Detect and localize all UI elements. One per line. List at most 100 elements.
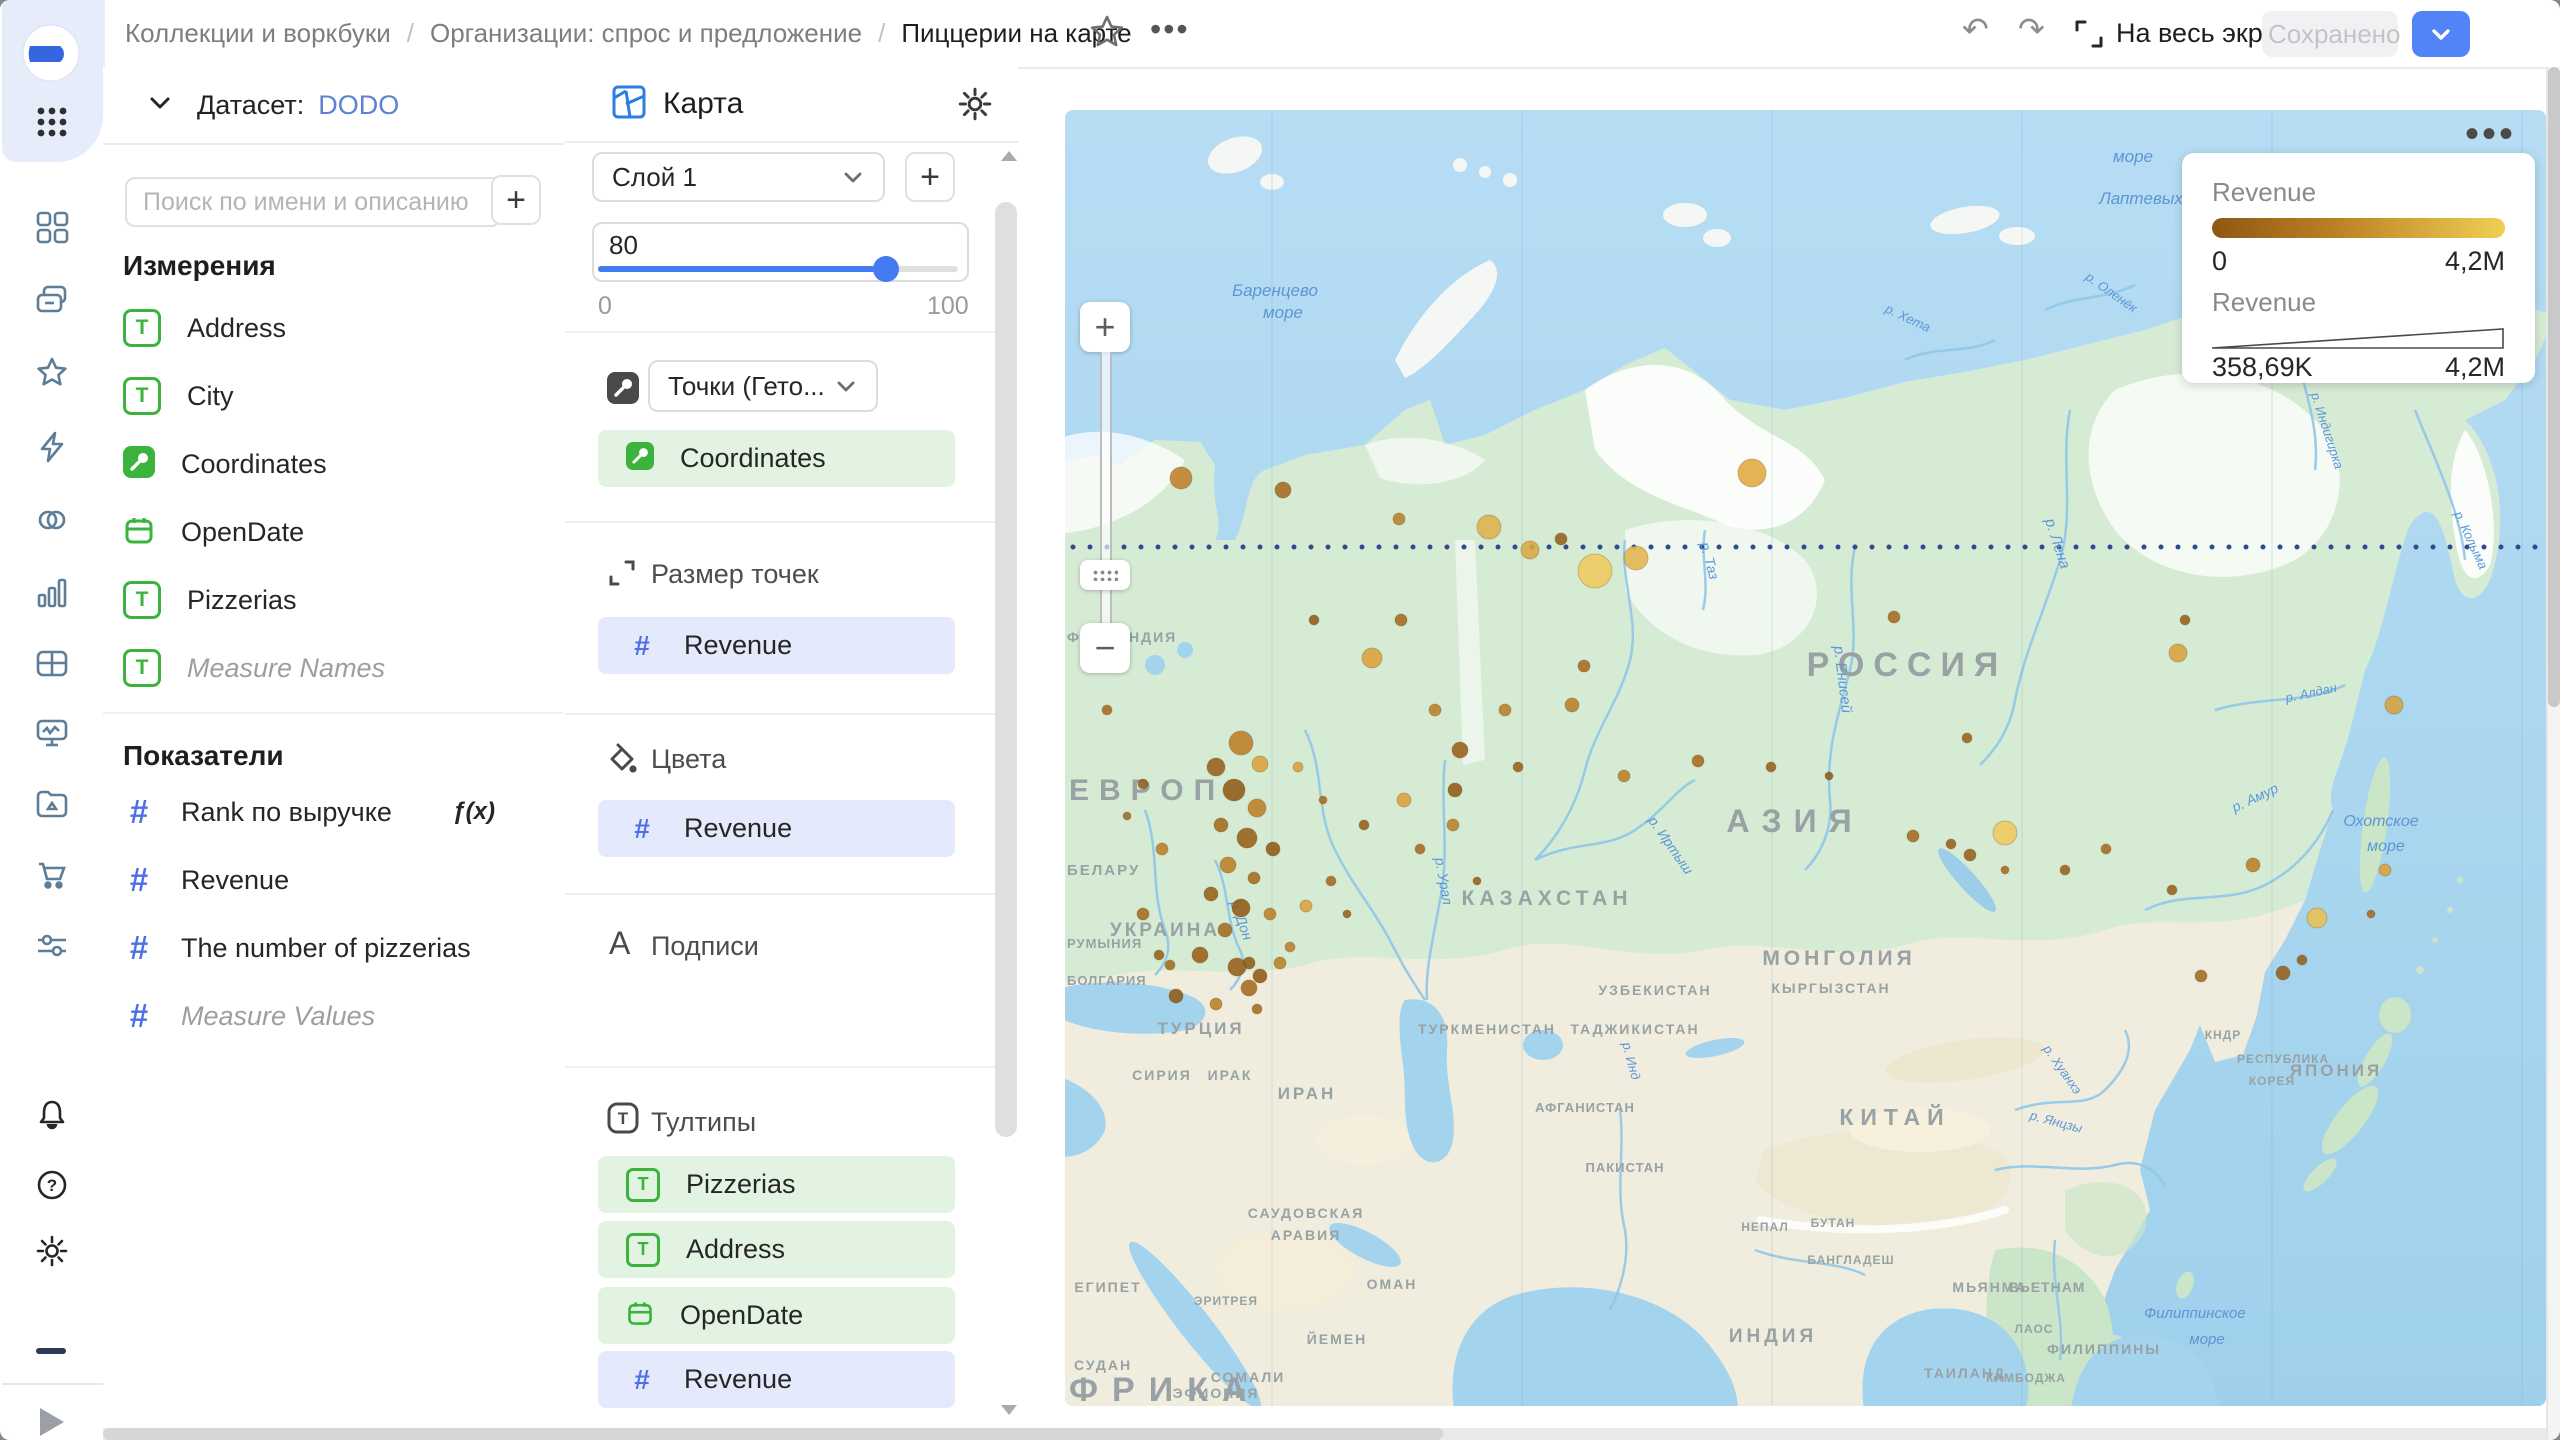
expand-panel-play-icon[interactable] [40,1408,64,1436]
pizzeria-point[interactable] [1577,553,1613,589]
pizzeria-point[interactable] [1308,614,1320,626]
pizzeria-point[interactable] [1227,957,1247,977]
pizzeria-point[interactable] [1945,838,1957,850]
pizzeria-point[interactable] [1219,856,1237,874]
pizzeria-point[interactable] [1240,979,1258,997]
tooltip-field-chip[interactable]: T Address [598,1221,955,1278]
pizzeria-point[interactable] [1737,458,1767,488]
datasets-table-icon[interactable] [33,644,71,682]
dimension-address[interactable]: T Address [103,300,565,356]
pizzeria-point[interactable] [1472,876,1482,886]
pizzeria-point[interactable] [1222,778,1246,802]
pizzeria-point[interactable] [1512,761,1524,773]
opacity-value[interactable]: 80 [609,230,638,261]
datalens-logo[interactable] [22,24,80,87]
window-horizontal-scrollbar-thumb[interactable] [103,1428,1443,1440]
layer-select[interactable]: Слой 1 [592,152,885,202]
pizzeria-point[interactable] [1392,512,1406,526]
pizzeria-point[interactable] [1213,817,1229,833]
pizzeria-point[interactable] [1101,704,1113,716]
pizzeria-point[interactable] [1247,871,1261,885]
zoom-out-button[interactable]: − [1080,623,1130,673]
pizzeria-point[interactable] [1274,481,1292,499]
add-field-button[interactable]: + [491,175,541,225]
search-input[interactable] [125,177,501,227]
favorite-star-icon[interactable] [1087,12,1127,57]
pizzeria-point[interactable] [1623,545,1649,571]
pizzeria-point[interactable] [1446,818,1460,832]
pizzeria-point[interactable] [1520,540,1540,560]
panel-scroll-down-arrow[interactable] [1001,1405,1017,1415]
pizzeria-point[interactable] [2245,857,2261,873]
widget-more-menu-icon[interactable]: ••• [2465,112,2516,157]
pizzeria-point[interactable] [1168,988,1184,1004]
editor-lightning-icon[interactable] [33,428,71,466]
pizzeria-point[interactable] [1325,875,1337,887]
dimension-city[interactable]: T City [103,368,565,424]
pizzeria-point[interactable] [2194,969,2208,983]
pizzeria-point[interactable] [1153,949,1165,961]
pizzeria-point[interactable] [1342,909,1352,919]
pizzeria-point[interactable] [1209,997,1223,1011]
service-settings-sliders-icon[interactable] [33,926,71,964]
help-question-icon[interactable]: ? [33,1166,71,1204]
saved-button[interactable]: Сохранено [2262,11,2401,57]
geopoint-field-chip[interactable]: Coordinates [598,430,955,487]
connections-icon[interactable] [33,501,71,539]
pizzeria-point[interactable] [1191,946,1209,964]
pizzeria-point[interactable] [1228,730,1254,756]
pizzeria-point[interactable] [2378,863,2392,877]
pizzeria-point[interactable] [1263,907,1277,921]
pizzeria-point[interactable] [1428,703,1442,717]
color-field-chip[interactable]: # Revenue [598,800,955,857]
pizzeria-point[interactable] [1394,613,1408,627]
dashboards-monitor-icon[interactable] [33,714,71,752]
measure-rank[interactable]: # Rank по выручке ƒ(x) [103,784,565,840]
save-dropdown-button[interactable] [2412,11,2470,57]
pizzeria-point[interactable] [1136,907,1150,921]
pizzeria-point[interactable] [1155,842,1169,856]
opacity-slider[interactable] [598,256,958,282]
pizzeria-point[interactable] [1451,741,1469,759]
map-chart-type-icon[interactable] [611,84,647,125]
pizzeria-point[interactable] [1447,782,1463,798]
breadcrumb-collections[interactable]: Коллекции и воркбуки [125,18,391,49]
measure-number-of-pizzerias[interactable]: # The number of pizzerias [103,920,565,976]
apps-grid-icon[interactable] [33,103,71,141]
pizzeria-point[interactable] [2168,643,2188,663]
undo-icon[interactable]: ↶ [1962,10,1989,48]
pizzeria-point[interactable] [1273,956,1287,970]
pizzeria-point[interactable] [1887,610,1901,624]
pizzeria-point[interactable] [2179,614,2191,626]
dataset-name-link[interactable]: DODO [318,90,399,121]
pizzeria-point[interactable] [1265,841,1281,857]
pizzeria-point[interactable] [1251,1003,1263,1015]
pizzeria-point[interactable] [1906,829,1920,843]
widgets-icon[interactable] [33,208,71,246]
pizzeria-point[interactable] [2296,954,2308,966]
pizzeria-point[interactable] [2306,907,2328,929]
opacity-slider-thumb[interactable] [873,256,899,282]
pizzeria-point[interactable] [1617,769,1631,783]
redo-icon[interactable]: ↷ [2018,10,2045,48]
pizzeria-point[interactable] [1318,795,1328,805]
measure-measure-values[interactable]: # Measure Values [103,988,565,1044]
pizzeria-point[interactable] [1217,922,1233,938]
pizzeria-point[interactable] [1963,848,1977,862]
pizzeria-point[interactable] [1476,514,1502,540]
pizzeria-point[interactable] [1577,659,1591,673]
dimension-coordinates[interactable]: Coordinates [103,436,565,492]
pizzeria-point[interactable] [1292,761,1304,773]
pizzeria-point[interactable] [1691,754,1705,768]
pizzeria-point[interactable] [1564,697,1580,713]
pizzeria-point[interactable] [1203,886,1219,902]
tooltip-field-chip[interactable]: # Revenue [598,1351,955,1408]
pizzeria-point[interactable] [1231,898,1251,918]
pizzeria-point[interactable] [1992,820,2018,846]
pizzeria-point[interactable] [2384,695,2404,715]
pizzeria-point[interactable] [2366,909,2376,919]
dataset-header[interactable]: Датасет: DODO [103,67,565,145]
geotype-select[interactable]: Точки (Гето... [648,360,878,412]
tooltip-field-chip[interactable]: T Pizzerias [598,1156,955,1213]
files-folder-icon[interactable] [33,784,71,822]
